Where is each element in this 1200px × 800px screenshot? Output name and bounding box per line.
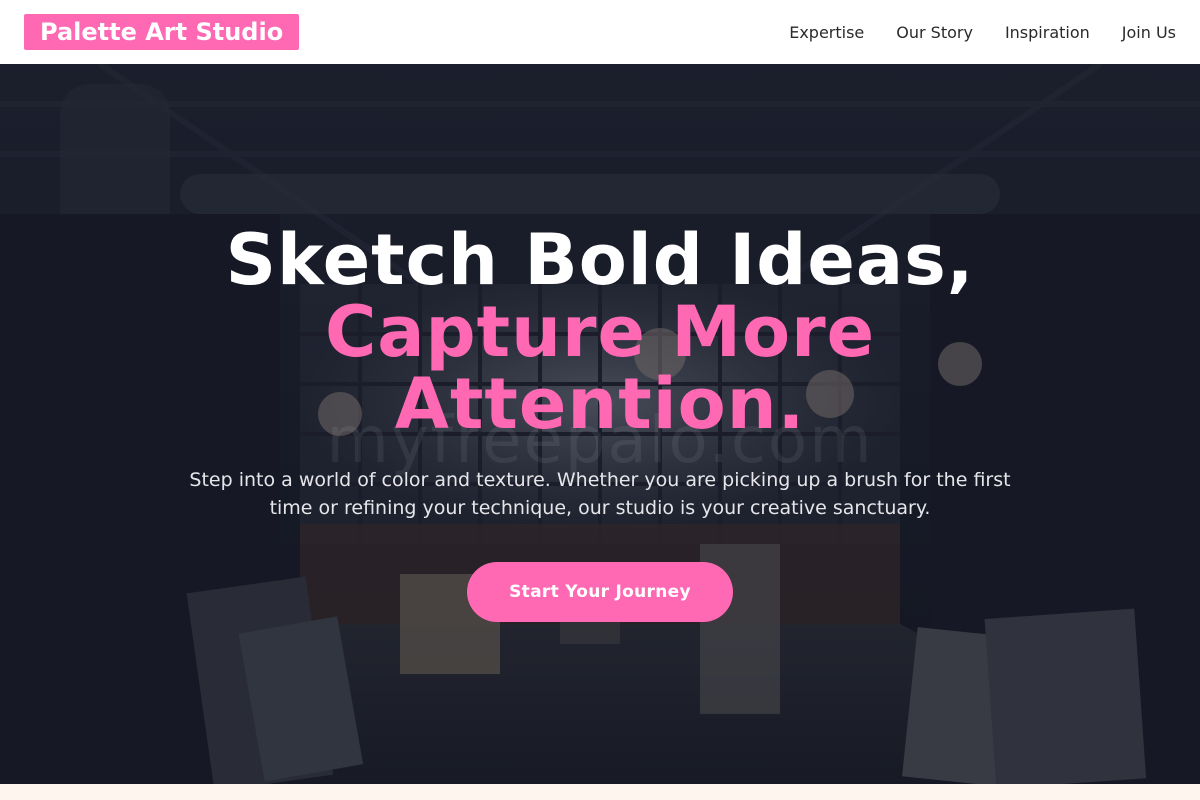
- nav-inspiration[interactable]: Inspiration: [1005, 23, 1090, 42]
- headline-line-1: Sketch Bold Ideas,: [225, 219, 975, 301]
- nav-expertise[interactable]: Expertise: [789, 23, 864, 42]
- main-nav: Expertise Our Story Inspiration Join Us: [757, 23, 1176, 42]
- hero-section: myfreepalo.com Sketch Bold Ideas, Captur…: [0, 64, 1200, 784]
- hero-subtext: Step into a world of color and texture. …: [189, 469, 1011, 519]
- hero-content: Sketch Bold Ideas, Capture More Attentio…: [0, 64, 1200, 784]
- nav-our-story[interactable]: Our Story: [896, 23, 973, 42]
- brand-logo[interactable]: Palette Art Studio: [24, 14, 300, 50]
- next-section-edge: [0, 784, 1200, 800]
- site-header: Palette Art Studio Expertise Our Story I…: [0, 0, 1200, 64]
- nav-join-us[interactable]: Join Us: [1122, 23, 1176, 42]
- hero-headline: Sketch Bold Ideas, Capture More Attentio…: [0, 224, 1200, 440]
- headline-line-3: Attention.: [394, 363, 806, 445]
- start-journey-button[interactable]: Start Your Journey: [467, 562, 733, 622]
- headline-line-2: Capture More: [324, 291, 876, 373]
